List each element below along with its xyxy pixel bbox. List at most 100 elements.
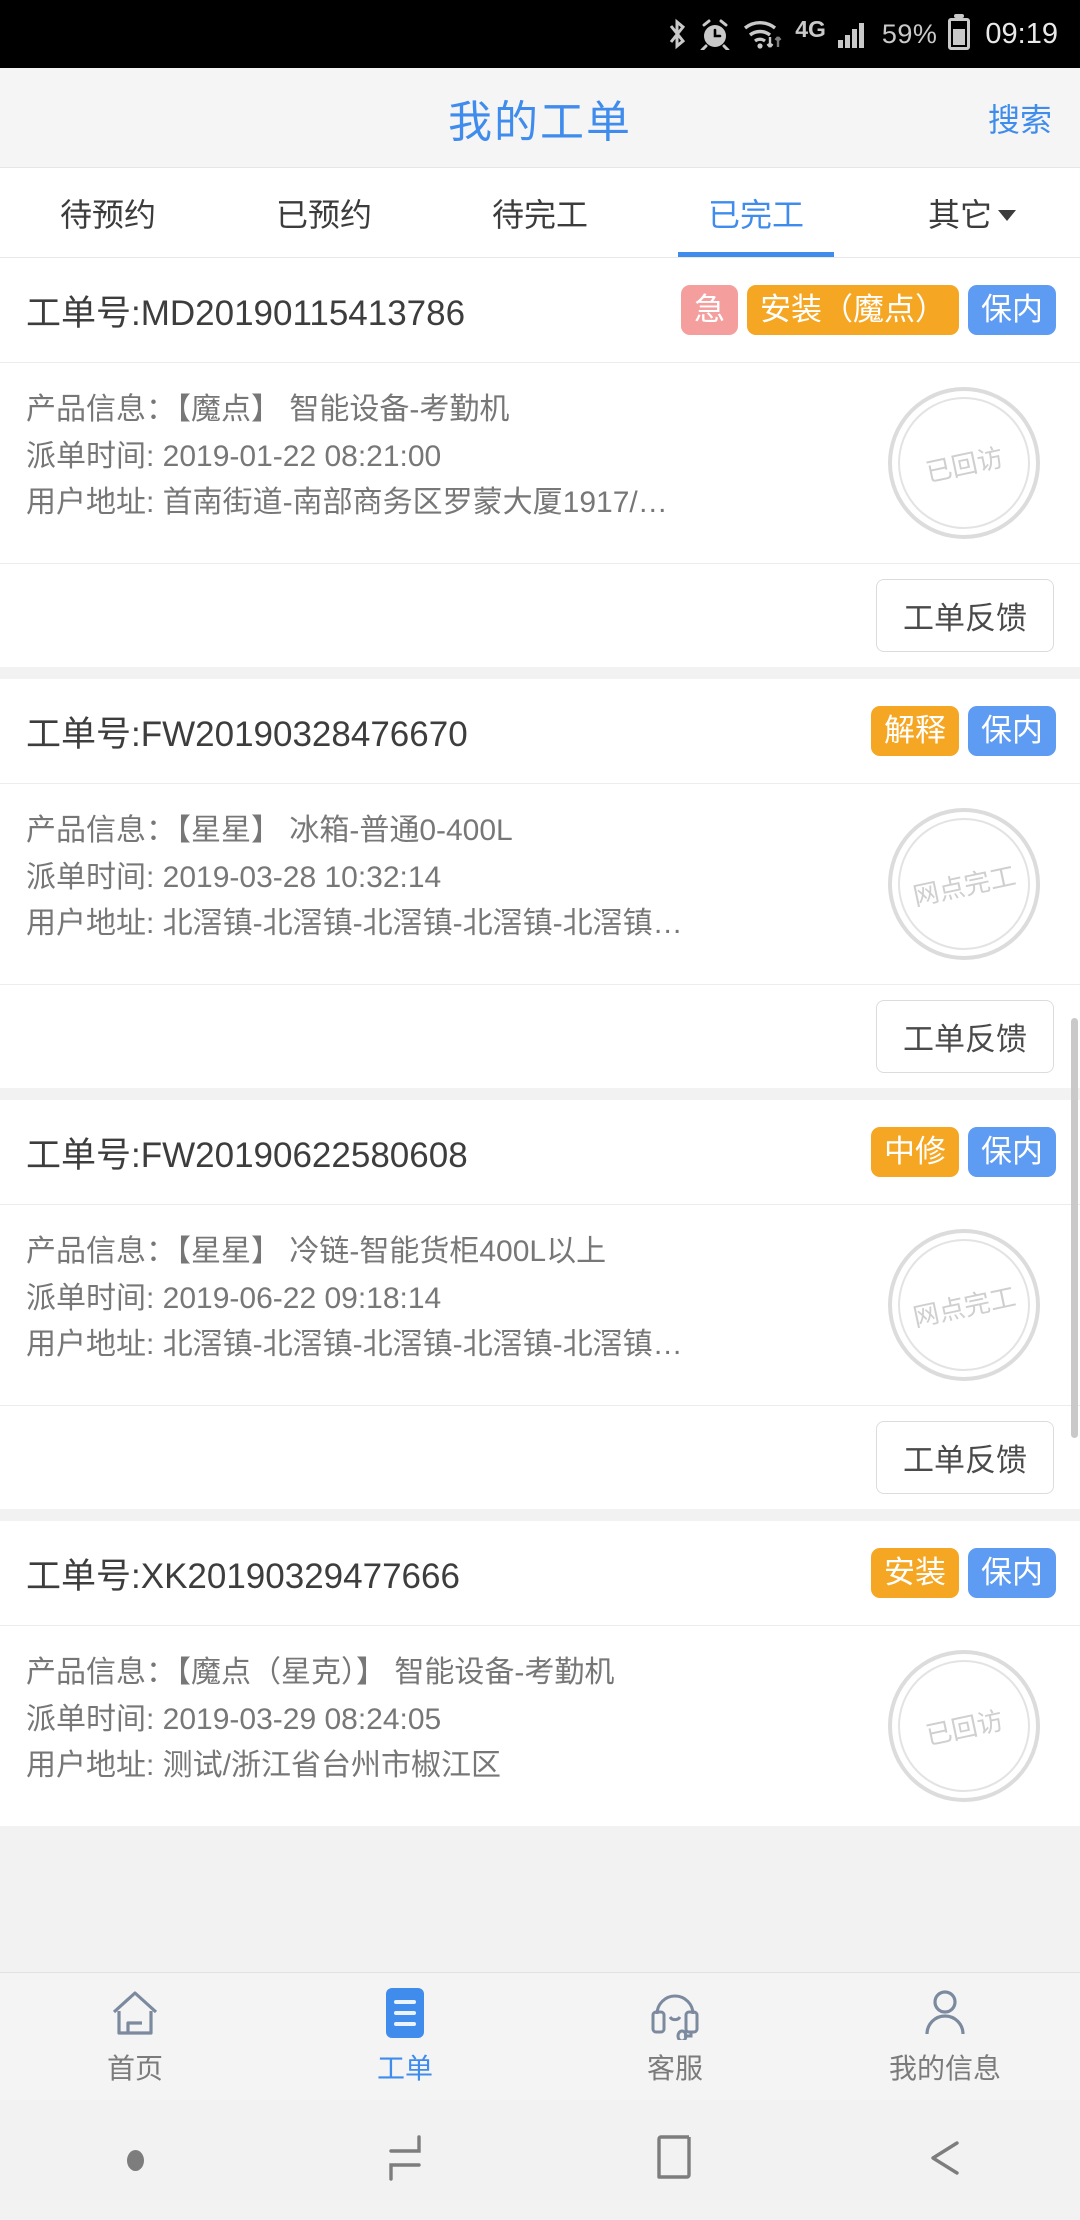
bottom-nav-my-info[interactable]: 我的信息 — [810, 1986, 1080, 2087]
android-nav-dot[interactable] — [0, 2149, 270, 2171]
tag-urgent: 急 — [681, 284, 738, 336]
tab-pending-appointment[interactable]: 待预约 — [0, 168, 216, 257]
user-address: 用户地址: 北滘镇-北滘镇-北滘镇-北滘镇-北滘镇-北滘... — [26, 1328, 686, 1361]
status-stamp: 已回访 — [873, 1635, 1055, 1817]
order-number: 工单号:FW20190622580608 — [26, 1135, 468, 1175]
home-square-icon — [647, 2129, 703, 2192]
order-card-header: 工单号:FW20190328476670 解释 保内 — [0, 679, 1080, 784]
dot-icon — [126, 2149, 144, 2171]
tag-warranty: 保内 — [968, 284, 1056, 336]
tab-label: 已预约 — [275, 196, 372, 233]
chevron-down-icon — [998, 210, 1016, 221]
order-card-body: 产品信息：【星星】 冷链-智能货柜400L以上 派单时间: 2019-06-22… — [0, 1205, 1080, 1405]
bottom-nav-orders[interactable]: 工单 — [270, 1986, 540, 2087]
order-card-header: 工单号:FW20190622580608 中修 保内 — [0, 1100, 1080, 1205]
bottom-nav-label: 客服 — [646, 2053, 703, 2084]
order-card-footer: 工单反馈 — [0, 984, 1080, 1088]
status-stamp-label: 网点完工 — [885, 1226, 1043, 1384]
order-card-header: 工单号:XK20190329477666 安装 保内 — [0, 1521, 1080, 1626]
app-root: 4G 59% 09:19 我的工单 搜索 待预约 已预约 待完工 已完工 其它 … — [0, 0, 1080, 2220]
bluetooth-icon — [666, 17, 688, 51]
orders-icon — [383, 1986, 427, 2040]
clock-label: 09:19 — [985, 17, 1058, 50]
status-bar: 4G 59% 09:19 — [0, 0, 1080, 68]
tab-bar: 待预约 已预约 待完工 已完工 其它 — [0, 168, 1080, 258]
order-card[interactable]: 工单号:MD20190115413786 急 安装（魔点） 保内 产品信息：【魔… — [0, 258, 1080, 667]
user-address: 用户地址: 北滘镇-北滘镇-北滘镇-北滘镇-北滘镇-北滘... — [26, 907, 686, 940]
tag-service-type: 安装（魔点） — [747, 284, 959, 336]
wifi-icon — [742, 18, 784, 50]
tag-warranty: 保内 — [968, 1126, 1056, 1178]
android-nav-recents[interactable] — [270, 2129, 540, 2192]
order-list[interactable]: 工单号:MD20190115413786 急 安装（魔点） 保内 产品信息：【魔… — [0, 258, 1080, 1972]
product-info: 产品信息：【星星】 冷链-智能货柜400L以上 — [26, 1235, 607, 1268]
order-card[interactable]: 工单号:XK20190329477666 安装 保内 产品信息：【魔点（星克）】… — [0, 1521, 1080, 1826]
bottom-nav-label: 我的信息 — [888, 2053, 1001, 2084]
order-card-body: 产品信息：【魔点（星克）】 智能设备-考勤机 派单时间: 2019-03-29 … — [0, 1626, 1080, 1826]
android-nav-back[interactable] — [810, 2129, 1080, 2192]
back-arrow-icon — [917, 2129, 973, 2192]
order-card-footer: 工单反馈 — [0, 1405, 1080, 1509]
status-stamp: 网点完工 — [873, 1214, 1055, 1396]
product-info: 产品信息：【魔点（星克）】 智能设备-考勤机 — [26, 1656, 615, 1689]
page-title: 我的工单 — [448, 97, 632, 147]
alarm-icon — [699, 18, 731, 50]
tab-appointed[interactable]: 已预约 — [216, 168, 432, 257]
recents-icon — [377, 2129, 433, 2192]
order-tag-group: 中修 保内 — [871, 1126, 1056, 1178]
tab-label: 其它 — [927, 196, 992, 233]
order-number: 工单号:MD20190115413786 — [26, 293, 466, 333]
dispatch-time: 派单时间: 2019-01-22 08:21:00 — [26, 439, 442, 473]
status-stamp-label: 已回访 — [885, 1647, 1043, 1805]
home-icon — [108, 1986, 162, 2040]
network-type-label: 4G — [795, 15, 826, 42]
status-stamp: 网点完工 — [873, 793, 1055, 975]
order-feedback-button[interactable]: 工单反馈 — [876, 1000, 1054, 1073]
order-feedback-button[interactable]: 工单反馈 — [876, 1421, 1054, 1494]
tab-other[interactable]: 其它 — [864, 168, 1080, 257]
order-card[interactable]: 工单号:FW20190328476670 解释 保内 产品信息：【星星】 冰箱-… — [0, 679, 1080, 1088]
order-tag-group: 安装 保内 — [871, 1547, 1056, 1599]
signal-icon — [837, 19, 871, 49]
dispatch-time: 派单时间: 2019-06-22 09:18:14 — [26, 1281, 442, 1315]
tab-label: 待预约 — [59, 196, 156, 233]
android-nav-home[interactable] — [540, 2129, 810, 2192]
order-number: 工单号:XK20190329477666 — [26, 1556, 460, 1596]
tab-pending-complete[interactable]: 待完工 — [432, 168, 648, 257]
android-nav-bar — [0, 2100, 1080, 2220]
product-info: 产品信息：【星星】 冰箱-普通0-400L — [26, 814, 513, 847]
order-card[interactable]: 工单号:FW20190622580608 中修 保内 产品信息：【星星】 冷链-… — [0, 1100, 1080, 1509]
tag-service-type: 安装 — [871, 1547, 959, 1599]
dispatch-time: 派单时间: 2019-03-29 08:24:05 — [26, 1702, 442, 1736]
tab-completed[interactable]: 已完工 — [648, 168, 864, 257]
status-stamp: 已回访 — [873, 372, 1055, 554]
tag-warranty: 保内 — [968, 705, 1056, 757]
headset-icon — [647, 1986, 703, 2040]
order-tag-group: 解释 保内 — [871, 705, 1056, 757]
order-card-body: 产品信息：【魔点】 智能设备-考勤机 派单时间: 2019-01-22 08:2… — [0, 363, 1080, 563]
tag-service-type: 中修 — [871, 1126, 959, 1178]
title-bar: 我的工单 搜索 — [0, 68, 1080, 168]
bottom-nav-label: 首页 — [106, 2053, 163, 2084]
search-button[interactable]: 搜索 — [988, 95, 1052, 141]
tab-label: 待完工 — [491, 196, 588, 233]
bottom-nav-customer-service[interactable]: 客服 — [540, 1986, 810, 2087]
battery-percent-label: 59% — [881, 18, 938, 49]
product-info: 产品信息：【魔点】 智能设备-考勤机 — [26, 393, 510, 426]
status-stamp-label: 已回访 — [885, 384, 1043, 542]
order-tag-group: 急 安装（魔点） 保内 — [681, 284, 1056, 336]
scrollbar-thumb[interactable] — [1071, 1018, 1078, 1438]
tag-warranty: 保内 — [968, 1547, 1056, 1599]
bottom-nav-home[interactable]: 首页 — [0, 1986, 270, 2087]
order-card-body: 产品信息：【星星】 冰箱-普通0-400L 派单时间: 2019-03-28 1… — [0, 784, 1080, 984]
person-icon — [920, 1986, 970, 2040]
bottom-nav-bar: 首页 工单 客服 我的信息 — [0, 1972, 1080, 2100]
order-card-header: 工单号:MD20190115413786 急 安装（魔点） 保内 — [0, 258, 1080, 363]
order-feedback-button[interactable]: 工单反馈 — [876, 579, 1054, 652]
battery-icon — [948, 18, 971, 50]
bottom-nav-label: 工单 — [376, 2053, 433, 2084]
status-stamp-label: 网点完工 — [885, 805, 1043, 963]
tag-service-type: 解释 — [871, 705, 959, 757]
order-card-footer: 工单反馈 — [0, 563, 1080, 667]
tab-label: 已完工 — [707, 196, 804, 233]
